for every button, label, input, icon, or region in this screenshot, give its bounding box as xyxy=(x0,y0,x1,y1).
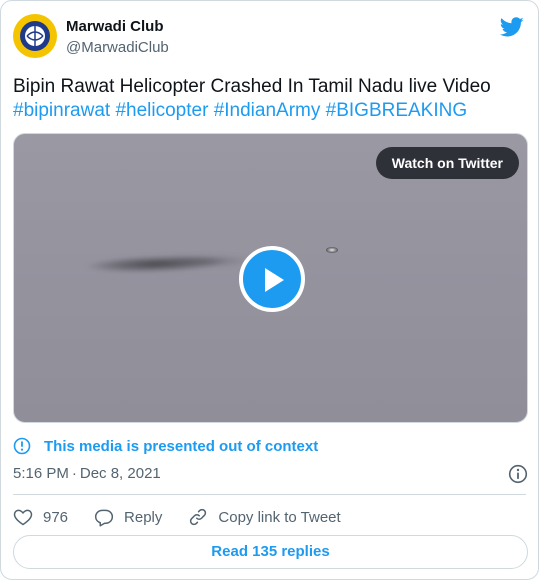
author-handle[interactable]: @MarwadiClub xyxy=(66,39,169,56)
heart-icon xyxy=(13,509,33,526)
hashtag-line: #bipinrawat #helicopter #IndianArmy #BIG… xyxy=(13,99,528,123)
play-icon xyxy=(265,268,284,292)
copy-link-button[interactable]: Copy link to Tweet xyxy=(188,507,341,527)
video-frame-helicopter xyxy=(326,247,338,253)
divider xyxy=(13,494,526,495)
info-icon xyxy=(13,437,31,455)
info-about-icon[interactable] xyxy=(508,464,528,484)
video-frame-smoke-trail xyxy=(164,256,254,266)
context-notice-label[interactable]: This media is presented out of context xyxy=(44,438,318,455)
watch-on-twitter-button[interactable]: Watch on Twitter xyxy=(375,147,519,179)
hashtag-link[interactable]: #helicopter xyxy=(115,100,208,121)
tweet-timestamp[interactable]: 5:16 PM · Dec 8, 2021 xyxy=(13,465,161,482)
hashtag-link[interactable]: #BIGBREAKING xyxy=(326,100,468,121)
reply-icon xyxy=(94,509,114,527)
twitter-bird-icon[interactable] xyxy=(499,15,524,39)
play-button[interactable] xyxy=(239,246,305,312)
tweet-time: 5:16 PM xyxy=(13,465,69,482)
club-logo-icon xyxy=(14,15,56,57)
tweet-actions: 976 Reply Copy link to Tweet xyxy=(13,507,367,527)
tweet-body: Bipin Rawat Helicopter Crashed In Tamil … xyxy=(13,76,491,97)
hashtag-link[interactable]: #bipinrawat xyxy=(13,100,110,121)
link-icon xyxy=(190,508,207,526)
timestamp-separator: · xyxy=(71,465,77,482)
author-name[interactable]: Marwadi Club xyxy=(66,18,164,35)
like-count: 976 xyxy=(43,508,69,526)
tweet-embed-card[interactable]: Marwadi Club @MarwadiClub Bipin Rawat He… xyxy=(0,0,539,580)
hashtag-link[interactable]: #IndianArmy xyxy=(214,100,321,121)
read-replies-button[interactable]: Read 135 replies xyxy=(13,535,528,569)
reply-button[interactable]: Reply xyxy=(94,507,162,527)
reply-label: Reply xyxy=(124,508,163,526)
tweet-text: Bipin Rawat Helicopter Crashed In Tamil … xyxy=(13,75,528,123)
tweet-date: Dec 8, 2021 xyxy=(79,465,161,482)
copy-link-label: Copy link to Tweet xyxy=(218,508,341,526)
like-button[interactable]: 976 xyxy=(13,507,68,527)
video-media[interactable]: Watch on Twitter xyxy=(13,133,528,423)
avatar[interactable] xyxy=(13,14,57,58)
